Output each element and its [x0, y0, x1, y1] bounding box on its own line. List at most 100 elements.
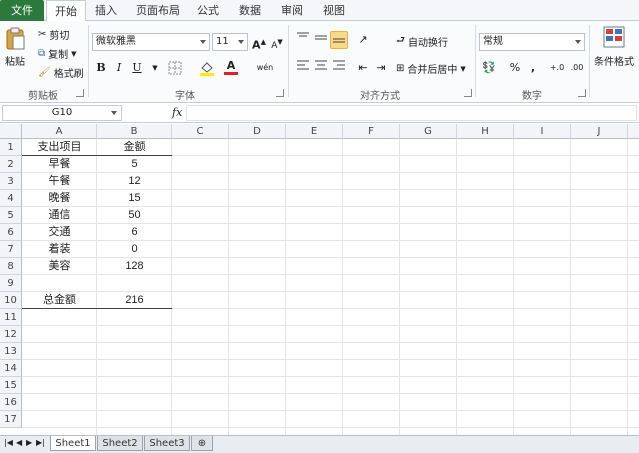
- tab-view[interactable]: 视图: [318, 0, 350, 21]
- font-launcher-icon[interactable]: [276, 89, 284, 97]
- row-header[interactable]: 2: [0, 156, 22, 173]
- tab-review[interactable]: 审阅: [276, 0, 308, 21]
- row-header[interactable]: 1: [0, 139, 22, 156]
- cell-a6[interactable]: 交通: [22, 224, 97, 241]
- cell-a5[interactable]: 通信: [22, 207, 97, 224]
- orientation-button[interactable]: ↗: [354, 31, 372, 49]
- column-header-h[interactable]: H: [457, 124, 514, 139]
- cell-b8[interactable]: 128: [97, 258, 172, 275]
- spreadsheet-grid[interactable]: A B C D E F G H I J 1 2 3 4 5 6 7 8 9 10…: [0, 124, 639, 435]
- tab-page-layout[interactable]: 页面布局: [130, 0, 186, 21]
- cut-button[interactable]: ✂ 剪切: [38, 27, 69, 42]
- insert-function-icon[interactable]: fx: [172, 106, 182, 119]
- cell-a8[interactable]: 美容: [22, 258, 97, 275]
- column-header-c[interactable]: C: [172, 124, 229, 139]
- tab-formulas[interactable]: 公式: [192, 0, 224, 21]
- increase-decimal-button[interactable]: +.0: [548, 59, 566, 77]
- phonetic-button[interactable]: wén: [256, 59, 274, 77]
- column-header-g[interactable]: G: [400, 124, 457, 139]
- paste-button[interactable]: 粘贴: [4, 27, 26, 68]
- comma-style-button[interactable]: ,: [524, 59, 542, 77]
- cell-a10[interactable]: 总金额: [22, 292, 97, 309]
- formula-input[interactable]: [186, 105, 637, 121]
- alignment-launcher-icon[interactable]: [464, 89, 472, 97]
- decrease-decimal-button[interactable]: .00: [568, 59, 586, 77]
- column-header-b[interactable]: B: [97, 124, 172, 139]
- decrease-indent-button[interactable]: ⇤: [354, 59, 372, 77]
- number-launcher-icon[interactable]: [578, 89, 586, 97]
- cell-b7[interactable]: 0: [97, 241, 172, 258]
- row-header[interactable]: 5: [0, 207, 22, 224]
- row-header[interactable]: 9: [0, 275, 22, 292]
- font-name-combo[interactable]: 微软雅黑: [92, 33, 210, 51]
- row-header[interactable]: 4: [0, 190, 22, 207]
- row-header[interactable]: 17: [0, 411, 22, 428]
- first-sheet-icon[interactable]: |◀: [4, 438, 13, 447]
- select-all-corner[interactable]: [0, 124, 22, 139]
- cell-a2[interactable]: 早餐: [22, 156, 97, 173]
- row-header[interactable]: 13: [0, 343, 22, 360]
- underline-button[interactable]: U: [128, 59, 146, 77]
- shrink-font-button[interactable]: A▼: [268, 33, 286, 51]
- row-header[interactable]: 11: [0, 309, 22, 326]
- insert-sheet-button[interactable]: ⊕: [191, 436, 213, 451]
- chevron-down-icon[interactable]: ▼: [146, 59, 164, 77]
- merge-center-button[interactable]: ⊞ 合并后居中 ▼: [396, 61, 466, 76]
- number-format-combo[interactable]: 常规: [479, 33, 585, 51]
- cell-b5[interactable]: 50: [97, 207, 172, 224]
- row-header[interactable]: 7: [0, 241, 22, 258]
- row-header[interactable]: 15: [0, 377, 22, 394]
- borders-button[interactable]: [166, 59, 184, 77]
- cell-b6[interactable]: 6: [97, 224, 172, 241]
- cell-a1[interactable]: 支出项目: [22, 139, 97, 156]
- align-right-button[interactable]: [330, 59, 348, 77]
- percent-button[interactable]: %: [506, 59, 524, 77]
- align-bottom-button[interactable]: [330, 31, 348, 49]
- tab-data[interactable]: 数据: [234, 0, 266, 21]
- name-box[interactable]: G10: [2, 105, 122, 121]
- cell-a3[interactable]: 午餐: [22, 173, 97, 190]
- cell-b10[interactable]: 216: [97, 292, 172, 309]
- row-header[interactable]: 3: [0, 173, 22, 190]
- align-top-button[interactable]: [294, 31, 312, 49]
- prev-sheet-icon[interactable]: ◀: [16, 438, 22, 447]
- grow-font-button[interactable]: A▲: [250, 33, 268, 52]
- clipboard-launcher-icon[interactable]: [76, 89, 84, 97]
- column-header-e[interactable]: E: [286, 124, 343, 139]
- tab-insert[interactable]: 插入: [88, 0, 124, 21]
- align-center-button[interactable]: [312, 59, 330, 77]
- italic-button[interactable]: I: [110, 59, 128, 77]
- wrap-text-button[interactable]: ⮐ 自动换行: [396, 33, 448, 50]
- bold-button[interactable]: B: [92, 59, 110, 77]
- row-header[interactable]: 12: [0, 326, 22, 343]
- cell-b1[interactable]: 金额: [97, 139, 172, 156]
- column-header-j[interactable]: J: [571, 124, 628, 139]
- column-header-a[interactable]: A: [22, 124, 97, 139]
- tab-file[interactable]: 文件: [0, 0, 44, 21]
- row-header[interactable]: 8: [0, 258, 22, 275]
- sheet-tab-3[interactable]: Sheet3: [144, 436, 190, 451]
- cell-b2[interactable]: 5: [97, 156, 172, 173]
- cell-b3[interactable]: 12: [97, 173, 172, 190]
- format-painter-button[interactable]: 🖌 格式刷: [38, 65, 84, 80]
- font-size-combo[interactable]: 11: [212, 33, 248, 51]
- row-header[interactable]: 6: [0, 224, 22, 241]
- copy-button[interactable]: ⧉ 复制 ▼: [38, 46, 77, 61]
- cell-a4[interactable]: 晚餐: [22, 190, 97, 207]
- last-sheet-icon[interactable]: ▶|: [36, 438, 45, 447]
- conditional-formatting-button[interactable]: 条件格式: [594, 25, 634, 68]
- align-middle-button[interactable]: [312, 31, 330, 49]
- align-left-button[interactable]: [294, 59, 312, 77]
- row-header[interactable]: 14: [0, 360, 22, 377]
- increase-indent-button[interactable]: ⇥: [372, 59, 390, 77]
- row-header[interactable]: 10: [0, 292, 22, 309]
- sheet-tab-1[interactable]: Sheet1: [50, 436, 96, 451]
- fill-color-button[interactable]: [198, 59, 216, 77]
- column-header-i[interactable]: I: [514, 124, 571, 139]
- tab-home[interactable]: 开始: [46, 0, 86, 22]
- column-header-f[interactable]: F: [343, 124, 400, 139]
- cell-b4[interactable]: 15: [97, 190, 172, 207]
- row-header[interactable]: 16: [0, 394, 22, 411]
- cell-a7[interactable]: 着装: [22, 241, 97, 258]
- column-header-d[interactable]: D: [229, 124, 286, 139]
